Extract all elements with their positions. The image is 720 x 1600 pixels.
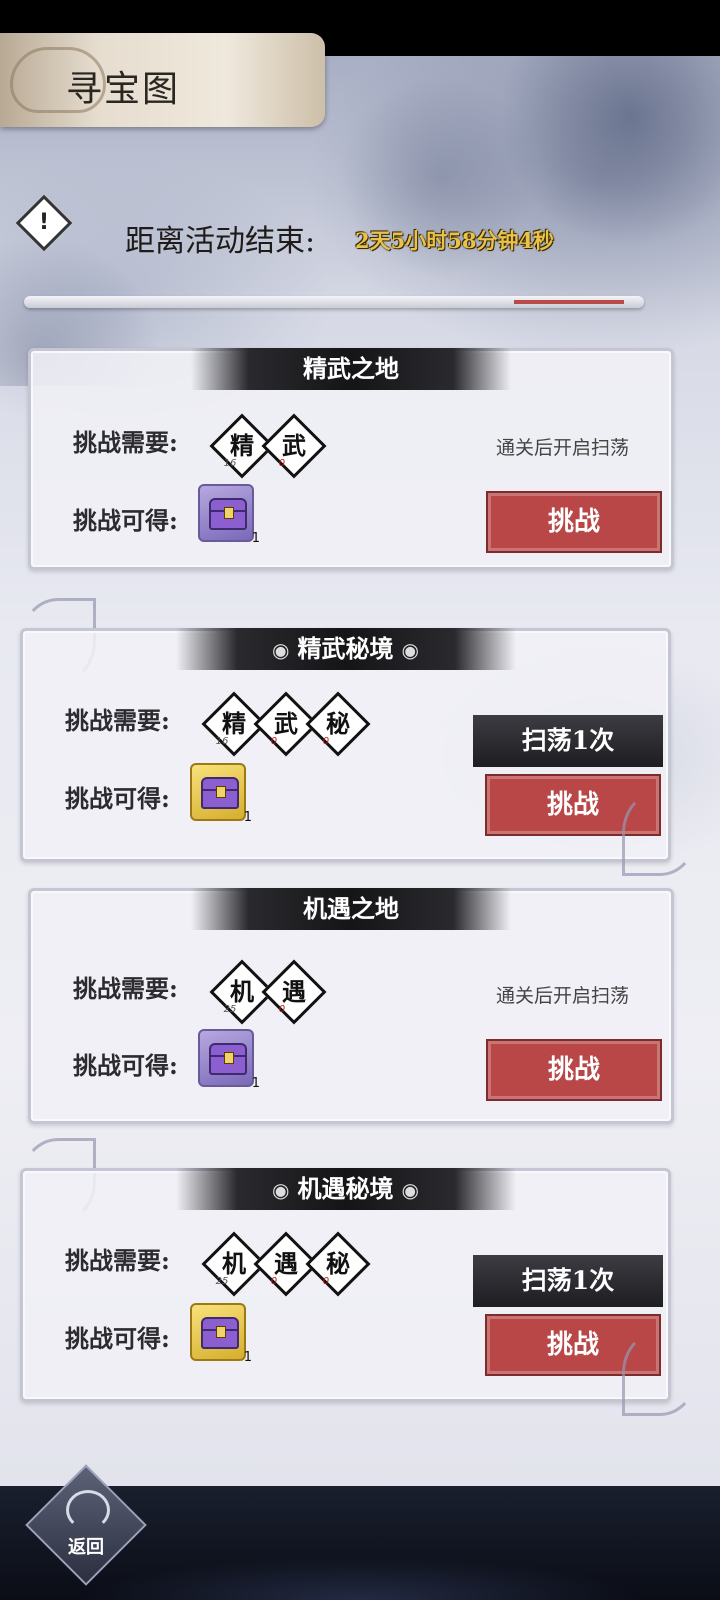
treasure-chest-icon[interactable]: 1 — [190, 1303, 252, 1365]
reward-label: 挑战可得: — [73, 1051, 178, 1080]
cloud-swirl-icon — [66, 1490, 110, 1530]
stage-card-jingwu-secret: ◉ 精武秘境 ◉ 挑战需要: 精 16 武0 秘0 扫荡1次 挑战可得: 1 挑战 — [20, 628, 671, 862]
countdown-label: 距离活动结束: — [125, 224, 316, 259]
treasure-chest-icon[interactable]: 1 — [190, 763, 252, 825]
token-wu[interactable]: 武0 — [261, 413, 327, 479]
challenge-button[interactable]: 挑战 — [486, 491, 662, 553]
token-yu[interactable]: 遇0 — [261, 959, 327, 1025]
card-title: ◉ 精武秘境 ◉ — [175, 628, 516, 670]
countdown-timer: 2天5小时58分钟4秒 — [355, 228, 555, 253]
page-title: 寻宝图 — [66, 69, 181, 110]
swirl-left-icon: ◉ — [272, 638, 290, 662]
token-mi[interactable]: 秘0 — [305, 691, 371, 757]
sweep-locked-hint: 通关后开启扫荡 — [496, 985, 630, 1007]
back-label[interactable]: 返回 — [56, 1533, 116, 1559]
flame-ornament-icon — [622, 1330, 698, 1416]
sweep-button[interactable]: 扫荡1次 — [473, 1255, 663, 1307]
swirl-right-icon: ◉ — [401, 1178, 419, 1202]
stage-card-jingwu-land: 精武之地 挑战需要: 精 16 武0 通关后开启扫荡 挑战可得: 1 挑战 — [28, 348, 674, 570]
card-title: 机遇之地 — [191, 888, 511, 930]
card-title: ◉ 机遇秘境 ◉ — [175, 1168, 516, 1210]
swirl-left-icon: ◉ — [272, 1178, 290, 1202]
requirement-label: 挑战需要: — [73, 974, 178, 1003]
reward-label: 挑战可得: — [73, 506, 178, 535]
swirl-right-icon: ◉ — [401, 638, 419, 662]
challenge-button[interactable]: 挑战 — [486, 1039, 662, 1101]
flame-ornament-icon — [622, 790, 698, 876]
requirement-label: 挑战需要: — [65, 706, 170, 735]
requirement-label: 挑战需要: — [65, 1246, 170, 1275]
treasure-chest-icon[interactable]: 1 — [198, 484, 260, 546]
card-title: 精武之地 — [191, 348, 511, 390]
reward-label: 挑战可得: — [65, 784, 170, 813]
stage-card-jiyu-secret: ◉ 机遇秘境 ◉ 挑战需要: 机 25 遇0 秘0 扫荡1次 挑战可得: 1 挑战 — [20, 1168, 671, 1402]
sweep-button[interactable]: 扫荡1次 — [473, 715, 663, 767]
token-mi[interactable]: 秘0 — [305, 1231, 371, 1297]
reward-label: 挑战可得: — [65, 1324, 170, 1353]
requirement-label: 挑战需要: — [73, 428, 178, 457]
sweep-locked-hint: 通关后开启扫荡 — [496, 437, 630, 459]
stage-card-jiyu-land: 机遇之地 挑战需要: 机 25 遇0 通关后开启扫荡 挑战可得: 1 挑战 — [28, 888, 674, 1124]
header-divider — [24, 296, 644, 308]
treasure-chest-icon[interactable]: 1 — [198, 1029, 260, 1091]
